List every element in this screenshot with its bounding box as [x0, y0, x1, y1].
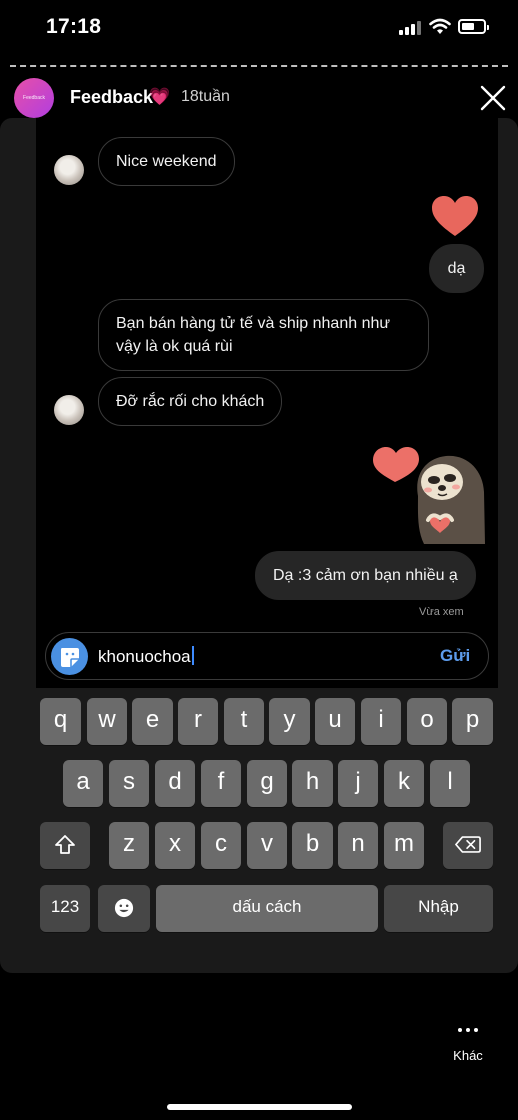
key-l[interactable]: l [430, 760, 470, 807]
key-a[interactable]: a [63, 760, 103, 807]
send-button[interactable]: Gửi [440, 646, 470, 666]
story-avatar[interactable]: Feedback [14, 78, 54, 118]
key-f[interactable]: f [201, 760, 241, 807]
key-o[interactable]: o [407, 698, 447, 745]
key-y[interactable]: y [269, 698, 310, 745]
key-h[interactable]: h [292, 760, 333, 807]
heart-emoji-icon: 💗 [149, 87, 171, 106]
sender-avatar[interactable] [54, 155, 84, 185]
key-w[interactable]: w [87, 698, 127, 745]
home-indicator[interactable] [167, 1104, 352, 1110]
key-z[interactable]: z [109, 822, 149, 869]
message-bubble-m4[interactable]: Đỡ rắc rối cho khách [98, 377, 283, 426]
cellular-signal-icon [399, 21, 421, 35]
key-n[interactable]: n [338, 822, 378, 869]
key-k[interactable]: k [384, 760, 424, 807]
story-time-ago: 18tuần [181, 88, 230, 105]
key-v[interactable]: v [247, 822, 287, 869]
story-header: Feedback Feedback 💗 18tuần [0, 76, 518, 120]
more-button[interactable]: Khác [448, 1020, 488, 1070]
sticker-icon[interactable] [51, 638, 88, 675]
key-p[interactable]: p [452, 698, 493, 745]
more-label: Khác [453, 1048, 483, 1063]
message-bubble-m3[interactable]: Bạn bán hàng tử tế và ship nhanh như vậy… [98, 299, 429, 371]
key-i[interactable]: i [361, 698, 401, 745]
key-c[interactable]: c [201, 822, 241, 869]
seen-status: Vừa xem [419, 606, 464, 618]
key-d[interactable]: d [155, 760, 195, 807]
more-dots-icon [448, 1028, 488, 1032]
shift-icon[interactable] [40, 822, 90, 869]
text-caret [191, 646, 194, 665]
emoji-icon[interactable] [98, 885, 150, 932]
key-u[interactable]: u [315, 698, 355, 745]
return-key[interactable]: Nhập [384, 885, 493, 932]
message-bubble-m6[interactable]: Dạ :3 cảm ơn bạn nhiều ạ [255, 551, 476, 600]
keyboard: q w e r t y u i o p a s d f g h j k l z … [0, 688, 518, 943]
backspace-icon[interactable] [443, 822, 493, 869]
story-title[interactable]: Feedback [70, 87, 153, 108]
key-b[interactable]: b [292, 822, 333, 869]
sender-avatar[interactable] [54, 395, 84, 425]
key-e[interactable]: e [132, 698, 173, 745]
space-key[interactable]: dấu cách [156, 885, 378, 932]
status-time: 17:18 [46, 15, 102, 38]
battery-icon [458, 19, 489, 34]
heart-icon [432, 196, 478, 236]
key-r[interactable]: r [178, 698, 218, 745]
message-bubble-m2[interactable]: dạ [429, 244, 484, 293]
key-j[interactable]: j [338, 760, 378, 807]
key-q[interactable]: q [40, 698, 81, 745]
key-g[interactable]: g [247, 760, 287, 807]
sloth-heart-sticker[interactable] [370, 432, 486, 547]
message-composer[interactable]: khonuochoa Gửi [45, 632, 489, 680]
numbers-key[interactable]: 123 [40, 885, 90, 932]
key-s[interactable]: s [109, 760, 149, 807]
message-input[interactable]: khonuochoa [98, 646, 194, 667]
status-bar: 17:18 [0, 0, 518, 56]
story-progress-bar [10, 65, 508, 68]
close-icon[interactable] [478, 83, 508, 113]
message-bubble-m1[interactable]: Nice weekend [98, 137, 235, 186]
wifi-icon [429, 18, 451, 34]
key-t[interactable]: t [224, 698, 264, 745]
key-x[interactable]: x [155, 822, 195, 869]
key-m[interactable]: m [384, 822, 424, 869]
